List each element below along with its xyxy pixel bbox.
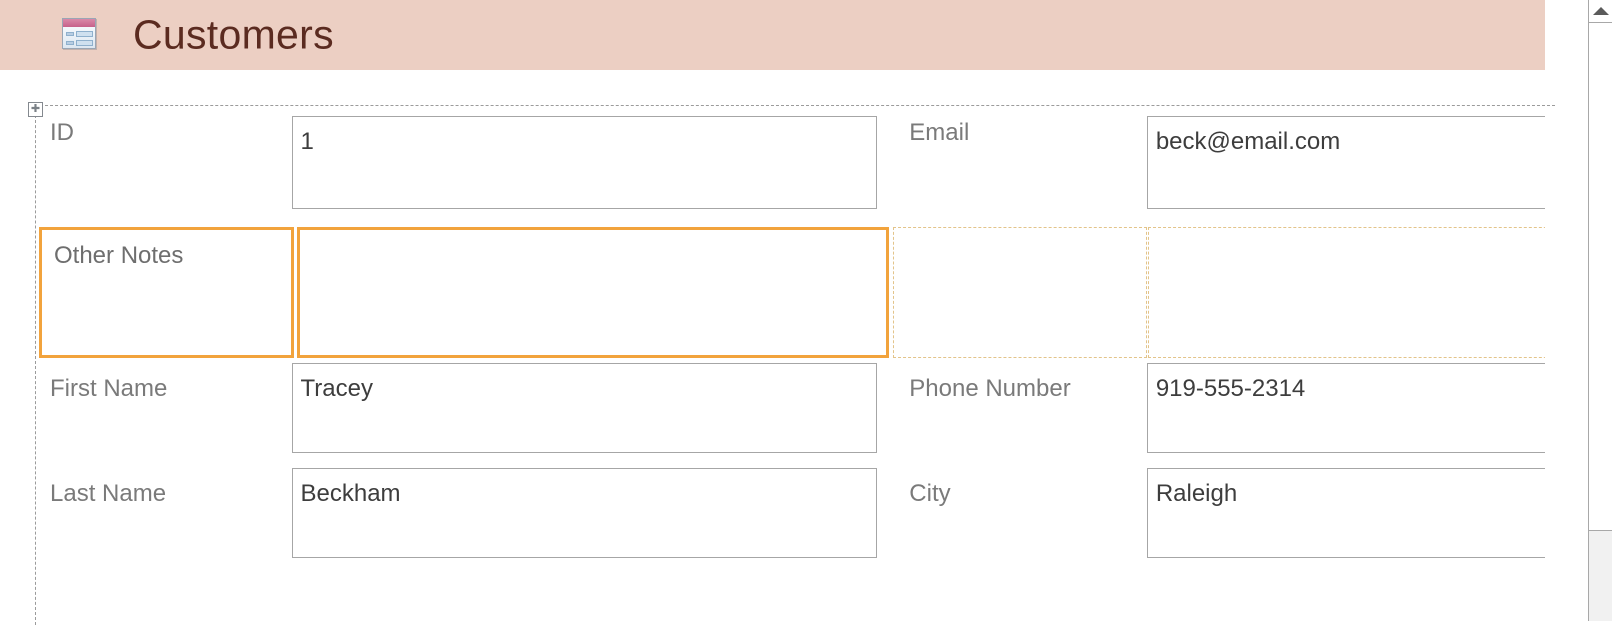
form-icon-label-2 [66,41,74,45]
field-value-city[interactable]: Raleigh [1146,467,1612,572]
label-text: Phone Number [909,375,1071,402]
field-label-city: City [891,467,1147,572]
form-detail-area: ✚ ID 1 Email beck@email.com Other Notes … [0,70,1612,625]
empty-placeholder-cell[interactable] [1148,227,1612,358]
layout-move-handle-icon[interactable]: ✚ [28,102,43,117]
field-label-id: ID [35,106,292,221]
form-icon-titlebar [63,19,95,27]
id-input[interactable]: 1 [291,116,878,209]
field-label-last-name: Last Name [35,467,292,572]
field-value-id[interactable]: 1 [291,106,878,221]
table-row: ID 1 Email beck@email.com [35,106,1612,221]
right-padding [1545,0,1588,621]
column-gap [877,467,891,572]
scroll-up-button[interactable] [1589,0,1612,23]
label-text: First Name [50,375,168,402]
last-name-input[interactable]: Beckham [291,468,878,558]
label-text: Last Name [50,480,167,507]
form-icon-field-1 [76,31,93,37]
form-icon-field-2 [76,40,93,46]
field-value-last-name[interactable]: Beckham [291,467,878,572]
phone-number-input[interactable]: 919-555-2314 [1146,363,1612,453]
scrollbar-thumb[interactable] [1589,23,1612,531]
first-name-input[interactable]: Tracey [291,363,878,453]
other-notes-input[interactable] [297,227,889,358]
city-input[interactable]: Raleigh [1146,468,1612,558]
scrollbar-track[interactable] [1589,531,1612,621]
page-title: Customers [133,11,334,58]
form-icon-label-1 [66,32,74,36]
field-label-phone-number: Phone Number [891,362,1147,467]
field-label-email: Email [891,106,1147,221]
label-text: Email [909,119,970,146]
form-icon [62,18,96,49]
field-value-phone-number[interactable]: 919-555-2314 [1146,362,1612,467]
field-value-first-name[interactable]: Tracey [291,362,878,467]
column-gap [877,106,891,221]
table-row: Other Notes [35,221,1612,362]
email-input[interactable]: beck@email.com [1146,116,1612,209]
vertical-scrollbar[interactable] [1588,0,1612,621]
scroll-up-arrow-icon [1592,7,1609,15]
label-text: City [909,480,951,507]
column-gap [877,362,891,467]
label-text: ID [50,119,74,146]
empty-placeholder-cell[interactable] [893,227,1147,358]
field-label-first-name: First Name [35,362,292,467]
table-row: Last Name Beckham City Raleigh [35,467,1612,572]
access-form-view: Customers ✚ ID 1 Email beck@email.com Ot… [0,0,1612,625]
table-row: First Name Tracey Phone Number 919-555-2… [35,362,1612,467]
field-label-other-notes[interactable]: Other Notes [39,227,294,358]
form-rows: ID 1 Email beck@email.com Other Notes Fi… [35,106,1612,572]
field-value-email[interactable]: beck@email.com [1146,106,1612,221]
form-header: Customers [0,0,1545,70]
label-text: Other Notes [54,242,184,269]
